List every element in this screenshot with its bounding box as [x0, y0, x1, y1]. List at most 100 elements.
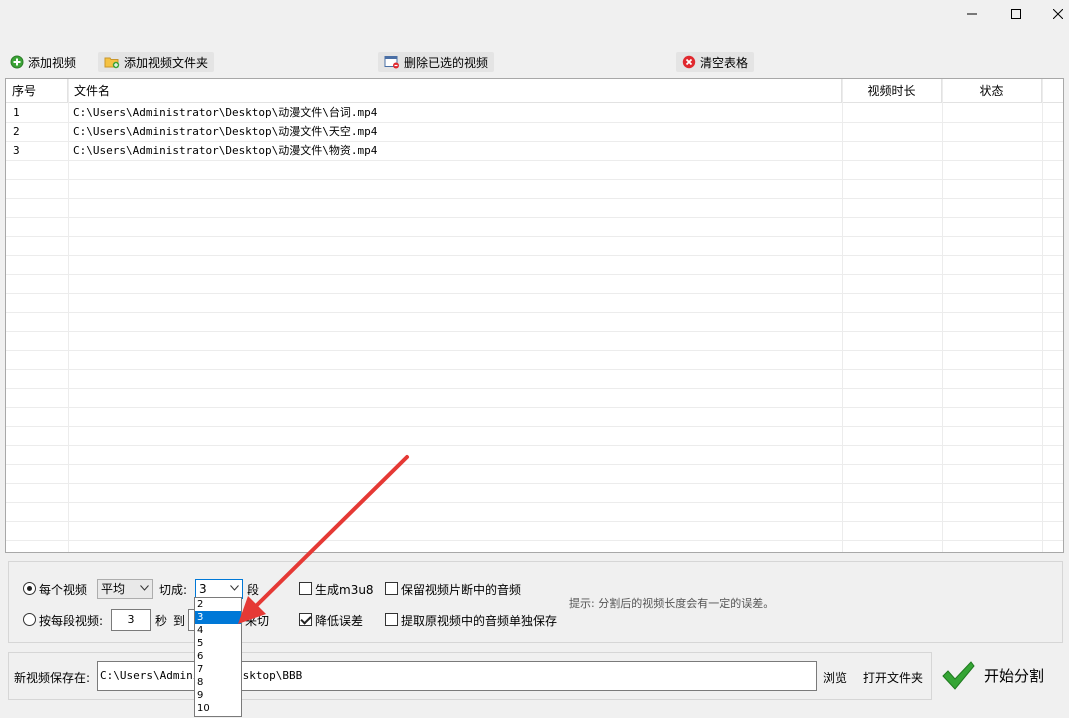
dropdown-option-selected[interactable]: 3	[195, 611, 241, 624]
table-row-index[interactable]: 1	[13, 103, 20, 122]
dropdown-option[interactable]: 4	[195, 624, 241, 637]
checkmark-icon	[942, 661, 975, 690]
table-row-filename[interactable]: C:\Users\Administrator\Desktop\动漫文件\天空.m…	[73, 122, 377, 141]
grid-row-line	[6, 369, 1063, 370]
each-video-label: 每个视频	[39, 583, 88, 597]
gen-m3u8-label: 生成m3u8	[315, 583, 374, 597]
grid-row-line	[6, 483, 1063, 484]
table-row-index[interactable]: 3	[13, 141, 20, 160]
dropdown-option[interactable]: 6	[195, 650, 241, 663]
column-header-status[interactable]: 状态	[942, 79, 1042, 103]
split-options-panel: 每个视频 平均 切成: 3 段 生成m3u8 保留视频片断中的音频 提示: 分割…	[8, 561, 1063, 643]
split-mode-select[interactable]: 平均	[97, 579, 153, 599]
cut-into-label: 切成:	[159, 583, 188, 597]
add-video-label: 添加视频	[28, 55, 77, 70]
dropdown-option[interactable]: 10	[195, 702, 241, 715]
grid-row-line	[6, 179, 1063, 180]
dropdown-option[interactable]: 9	[195, 689, 241, 702]
clear-table-label: 清空表格	[700, 55, 749, 70]
grid-column-line	[68, 79, 69, 552]
close-icon	[1053, 9, 1063, 19]
grid-row-line	[6, 388, 1063, 389]
close-window-button[interactable]	[1038, 0, 1069, 28]
save-location-panel: 新视频保存在: C:\Users\Adminis esktop\BBB 浏览 打…	[8, 652, 932, 700]
start-split-button[interactable]: 开始分割	[936, 650, 1064, 700]
add-video-button[interactable]: 添加视频	[4, 52, 82, 72]
gen-m3u8-checkbox[interactable]	[299, 582, 312, 595]
grid-row-line	[6, 407, 1063, 408]
dropdown-option[interactable]: 7	[195, 663, 241, 676]
grid-row-line	[6, 540, 1063, 541]
segments-select[interactable]: 3	[195, 579, 243, 599]
to-label: 到	[173, 614, 186, 628]
grid-row-line	[6, 426, 1063, 427]
each-video-radio[interactable]	[23, 582, 36, 595]
add-folder-button[interactable]: 添加视频文件夹	[98, 52, 215, 72]
grid-row-line	[6, 445, 1063, 446]
keep-audio-label: 保留视频片断中的音频	[401, 583, 522, 597]
chevron-down-icon	[230, 585, 239, 591]
save-location-label: 新视频保存在:	[14, 671, 91, 685]
segments-dropdown-list[interactable]: 2 3 4 5 6 7 8 9 10	[194, 597, 242, 717]
grid-row-line	[6, 274, 1063, 275]
grid-row-line	[6, 502, 1063, 503]
save-path-left: C:\Users\Adminis	[100, 669, 206, 682]
delete-selected-label: 删除已选的视频	[404, 55, 489, 70]
dropdown-option[interactable]: 5	[195, 637, 241, 650]
grid-row-line	[6, 160, 1063, 161]
segments-unit: 段	[247, 583, 260, 597]
chevron-down-icon	[140, 585, 149, 591]
grid-row-line	[6, 236, 1063, 237]
per-segment-label: 按每段视频:	[39, 614, 104, 628]
add-folder-label: 添加视频文件夹	[124, 55, 209, 70]
reduce-error-checkbox[interactable]	[299, 613, 312, 626]
browse-button[interactable]: 浏览	[823, 669, 847, 686]
grid-row-line	[6, 312, 1063, 313]
column-header-filename[interactable]: 文件名	[68, 79, 842, 103]
grid-row-line	[6, 521, 1063, 522]
minimize-button[interactable]	[952, 0, 992, 28]
file-table[interactable]: 序号 文件名 视频时长 状态 1 C:\Users\Administrator\…	[5, 78, 1064, 553]
extract-audio-label: 提取原视频中的音频单独保存	[401, 614, 558, 628]
start-split-label: 开始分割	[984, 666, 1045, 685]
minimize-icon	[967, 13, 977, 15]
seconds-input[interactable]: 3	[111, 609, 151, 631]
add-circle-icon	[10, 55, 24, 69]
maximize-icon	[1011, 9, 1021, 19]
grid-row-line	[6, 198, 1063, 199]
delete-window-icon	[384, 56, 399, 69]
hint-text: 提示: 分割后的视频长度会有一定的误差。	[569, 597, 775, 610]
delete-selected-button[interactable]: 删除已选的视频	[378, 52, 495, 72]
grid-row-line	[6, 350, 1063, 351]
clear-table-button[interactable]: 清空表格	[676, 52, 755, 72]
cut-suffix-label: 来切	[245, 614, 270, 628]
per-segment-radio[interactable]	[23, 613, 36, 626]
reduce-error-label: 降低误差	[315, 614, 364, 628]
seconds-unit: 秒	[155, 614, 168, 628]
open-folder-button[interactable]: 打开文件夹	[863, 669, 923, 686]
table-row-filename[interactable]: C:\Users\Administrator\Desktop\动漫文件\物资.m…	[73, 141, 377, 160]
grid-row-line	[6, 464, 1063, 465]
save-path-right: esktop\BBB	[236, 669, 303, 682]
grid-row-line	[6, 293, 1063, 294]
grid-row-line	[6, 217, 1063, 218]
grid-column-line	[1042, 79, 1043, 552]
grid-row-line	[6, 255, 1063, 256]
grid-column-line	[942, 79, 943, 552]
grid-column-line	[842, 79, 843, 552]
extract-audio-checkbox[interactable]	[385, 613, 398, 626]
column-header-index[interactable]: 序号	[6, 79, 68, 103]
dropdown-option[interactable]: 8	[195, 676, 241, 689]
folder-add-icon	[104, 57, 120, 69]
table-row-filename[interactable]: C:\Users\Administrator\Desktop\动漫文件\台词.m…	[73, 103, 377, 122]
table-row-index[interactable]: 2	[13, 122, 20, 141]
grid-row-line	[6, 331, 1063, 332]
maximize-button[interactable]	[996, 0, 1036, 28]
split-mode-value: 平均	[101, 582, 126, 596]
keep-audio-checkbox[interactable]	[385, 582, 398, 595]
clear-x-icon	[682, 55, 696, 69]
table-header: 序号 文件名 视频时长 状态	[6, 79, 1063, 103]
segments-value: 3	[199, 582, 207, 596]
column-header-duration[interactable]: 视频时长	[842, 79, 942, 103]
dropdown-option[interactable]: 2	[195, 598, 241, 611]
